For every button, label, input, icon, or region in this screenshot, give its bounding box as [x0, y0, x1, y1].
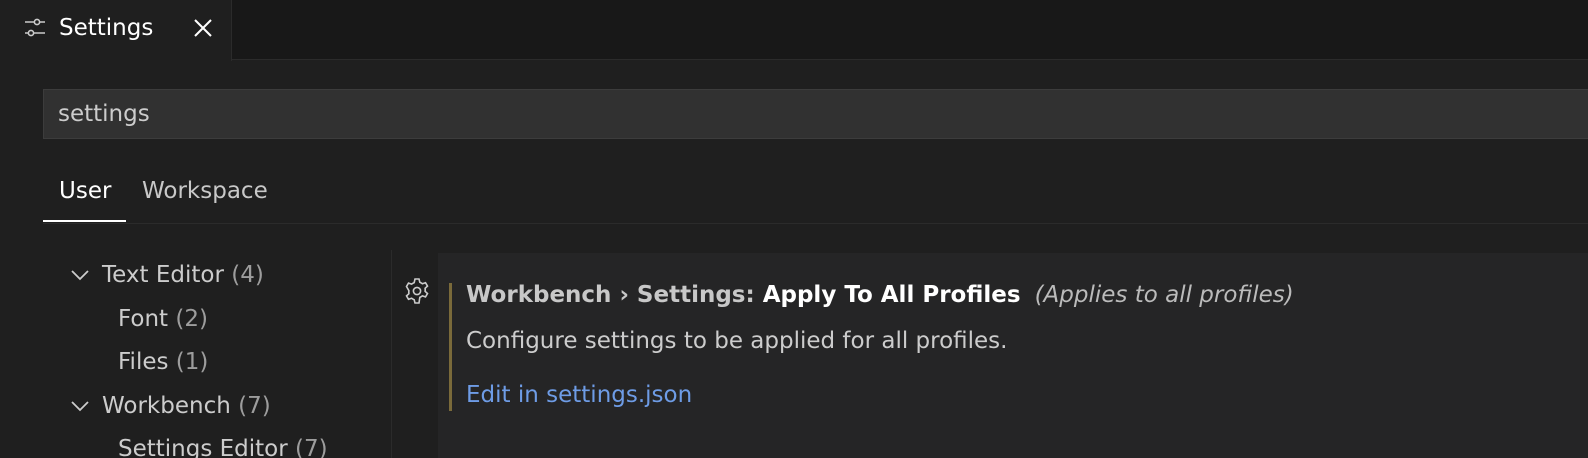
- toc-divider: [391, 250, 392, 458]
- toc-item-count: (4): [231, 262, 264, 288]
- setting-description: Configure settings to be applied for all…: [466, 328, 1008, 354]
- toc-item-count: (2): [175, 306, 208, 332]
- toc-item-text-editor[interactable]: Text Editor (4): [102, 260, 264, 290]
- tab-workspace[interactable]: Workspace: [142, 176, 268, 206]
- settings-search-input[interactable]: settings: [43, 89, 1588, 139]
- toc-item-count: (7): [295, 436, 328, 458]
- close-icon[interactable]: [191, 16, 215, 40]
- setting-title: Workbench › Settings: Apply To All Profi…: [466, 280, 1294, 310]
- modified-indicator: [449, 283, 452, 411]
- setting-scope-note: (Applies to all profiles): [1034, 282, 1294, 308]
- toc-item-settings-editor[interactable]: Settings Editor (7): [118, 434, 328, 458]
- toc-item-label: Workbench: [102, 393, 231, 419]
- toc-item-workbench[interactable]: Workbench (7): [102, 391, 271, 421]
- toc-item-count: (7): [238, 393, 271, 419]
- chevron-down-icon[interactable]: [70, 396, 90, 416]
- toc-item-label: Font: [118, 306, 169, 332]
- gear-icon[interactable]: [403, 277, 431, 305]
- toc-item-files[interactable]: Files (1): [118, 347, 208, 377]
- settings-sliders-icon: [25, 18, 45, 37]
- toc-item-font[interactable]: Font (2): [118, 304, 208, 334]
- setting-label: Apply To All Profiles: [762, 282, 1021, 308]
- tab-settings[interactable]: Settings: [0, 0, 232, 61]
- setting-category: Workbench › Settings:: [466, 282, 763, 308]
- scope-tabs: User Workspace: [43, 170, 1588, 224]
- settings-editor: Settings settings User Workspace Text Ed…: [0, 0, 1588, 458]
- toc-item-label: Text Editor: [102, 262, 224, 288]
- toc-item-count: (1): [175, 349, 209, 375]
- chevron-down-icon[interactable]: [70, 265, 90, 285]
- toc-item-label: Settings Editor: [118, 436, 288, 458]
- toc-item-label: Files: [118, 349, 169, 375]
- editor-tab-bar: Settings: [0, 0, 1588, 61]
- tab-user[interactable]: User: [59, 176, 111, 206]
- edit-in-settings-json-link[interactable]: Edit in settings.json: [466, 380, 692, 410]
- settings-toc: Text Editor (4) Font (2) Files (1) Workb…: [0, 250, 392, 458]
- active-tab-indicator: [43, 220, 126, 222]
- tab-title: Settings: [59, 15, 154, 41]
- search-value: settings: [58, 101, 150, 127]
